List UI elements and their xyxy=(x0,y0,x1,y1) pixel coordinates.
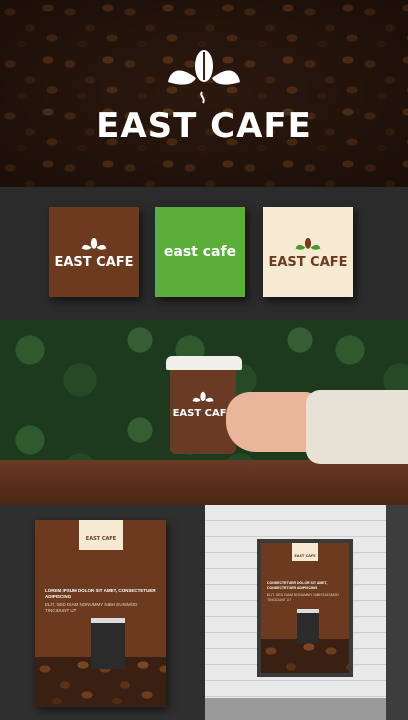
wooden-ledge xyxy=(0,460,408,505)
poster-logo-text: EAST CAFE xyxy=(85,536,117,542)
billboard-body: ELIT, SED DIAM NONUMMY NIBH EUISMOD TINC… xyxy=(267,593,339,602)
brown-logo-text: EAST CAFE xyxy=(54,254,134,270)
logo-swatches-section: EAST CAFE east cafe EAST CAFE xyxy=(0,187,408,320)
leaf-bean-color-icon xyxy=(295,237,321,250)
cup-photo-section: EAST CAFE xyxy=(0,320,408,505)
leaf-bean-icon xyxy=(81,237,107,250)
cream-logo-text: EAST CAFE xyxy=(268,254,348,270)
billboard-logo-tab: EAST CAFE xyxy=(292,543,318,561)
coffee-cup-lid xyxy=(166,356,242,370)
hero-logo-text: EAST CAFE xyxy=(96,106,312,146)
billboard-beans xyxy=(261,639,349,673)
cup-logo-icon xyxy=(192,391,214,402)
poster-section: EAST CAFE LOREM IPSUM DOLOR SIT AMET, CO… xyxy=(0,505,408,720)
brown-logo-card: EAST CAFE xyxy=(49,207,139,297)
hero-coffee-beans: EAST CAFE xyxy=(0,0,408,187)
shirt-sleeve xyxy=(306,390,408,464)
billboard-cup xyxy=(297,609,319,643)
green-logo-text: east cafe xyxy=(163,244,237,260)
poster-body: ELIT, SED DIAM NONUMMY NIBH EUISMOD TINC… xyxy=(45,602,138,614)
floor xyxy=(205,698,408,720)
poster-headline: LOREM IPSUM DOLOR SIT AMET, CONSECTETUER… xyxy=(45,588,156,600)
wall-pillar xyxy=(386,505,408,720)
cream-logo-card: EAST CAFE xyxy=(263,207,353,297)
green-logo-card: east cafe xyxy=(155,207,245,297)
billboard-headline: CONSECTETUER DOLOR SIT AMET, CONSECTETUE… xyxy=(267,581,328,590)
billboard-frame: EAST CAFE CONSECTETUER DOLOR SIT AMET, C… xyxy=(257,539,353,677)
hand xyxy=(226,392,316,452)
wall: EAST CAFE CONSECTETUER DOLOR SIT AMET, C… xyxy=(205,505,408,720)
leaf-bean-logo-icon xyxy=(168,50,240,104)
billboard-logo-text: EAST CAFE xyxy=(294,554,316,558)
poster-logo-tab: EAST CAFE xyxy=(79,520,123,550)
poster-cup xyxy=(91,618,125,669)
poster: EAST CAFE LOREM IPSUM DOLOR SIT AMET, CO… xyxy=(35,520,166,707)
billboard: EAST CAFE CONSECTETUER DOLOR SIT AMET, C… xyxy=(261,543,349,673)
